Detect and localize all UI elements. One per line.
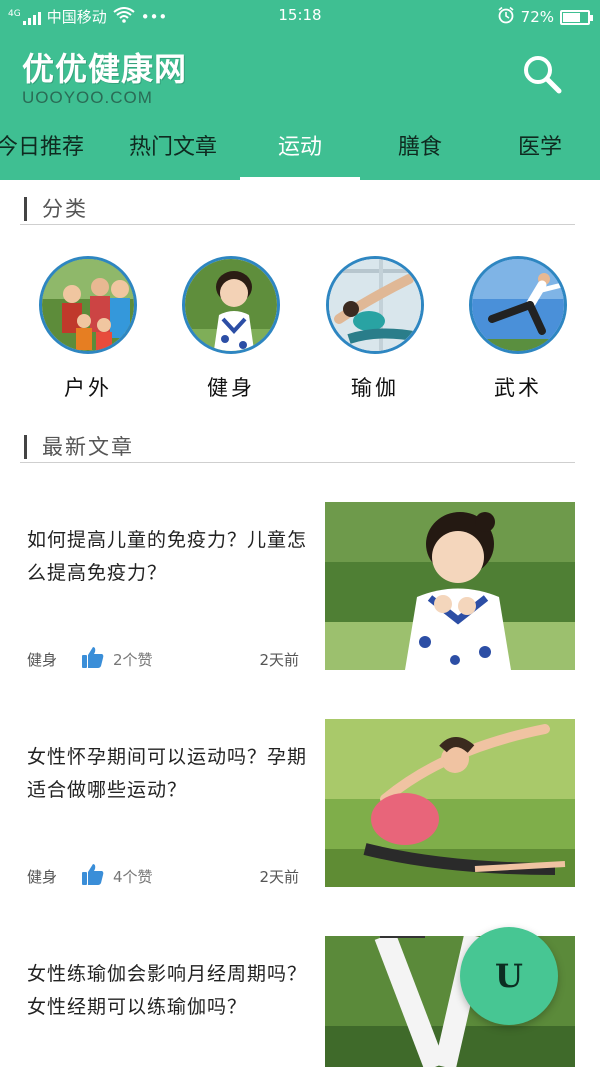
tab-diet[interactable]: 膳食 <box>360 130 480 166</box>
floating-action-button[interactable]: U <box>460 927 558 1025</box>
article-likes: 2个赞 <box>113 651 153 669</box>
battery-fill <box>563 12 581 22</box>
active-tab-indicator <box>240 177 360 181</box>
article-time: 2天前 <box>259 651 299 669</box>
tab-sports[interactable]: 运动 <box>240 130 360 166</box>
site-domain: UOOYOO.COM <box>22 88 153 107</box>
article-item[interactable]: 女性怀孕期间可以运动吗？孕期适合做哪些运动？ 健身 4个赞 2天前 <box>0 719 600 887</box>
alarm-icon <box>497 6 515 28</box>
thumbs-up-icon[interactable] <box>81 645 105 669</box>
article-title[interactable]: 如何提高儿童的免疫力？儿童怎么提高免疫力？ <box>27 524 307 590</box>
site-logo[interactable]: 优优健康网 UOOYOO.COM <box>22 44 187 108</box>
article-tag[interactable]: 健身 <box>27 649 57 670</box>
search-button[interactable] <box>520 52 564 96</box>
article-tag[interactable]: 健身 <box>27 866 57 887</box>
category-outdoor[interactable]: 户外 <box>38 256 138 402</box>
article-time: 2天前 <box>259 868 299 886</box>
site-title: 优优健康网 <box>22 50 188 88</box>
latest-articles-heading-label: 最新文章 <box>42 435 134 459</box>
category-yoga-label: 瑜伽 <box>351 376 399 400</box>
categories-heading-label: 分类 <box>42 197 88 221</box>
girl-photo[interactable] <box>325 502 575 670</box>
yoga-photo <box>326 256 424 354</box>
status-right: 72% <box>497 6 593 28</box>
tab-hot[interactable]: 热门文章 <box>113 130 233 166</box>
article-item[interactable]: 如何提高儿童的免疫力？儿童怎么提高免疫力？ 健身 2个赞 2天前 <box>0 502 600 670</box>
category-tabs: 今日推荐 热门文章 运动 膳食 医学 <box>0 130 600 180</box>
category-outdoor-label: 户外 <box>64 376 112 400</box>
girl-photo <box>182 256 280 354</box>
battery-icon <box>560 9 593 25</box>
pregnant-yoga-photo[interactable] <box>325 719 575 887</box>
category-martial-arts[interactable]: 武术 <box>468 256 568 402</box>
category-fitness-label: 健身 <box>207 376 255 400</box>
heading-bar <box>24 197 27 221</box>
category-fitness[interactable]: 健身 <box>181 256 281 402</box>
search-icon <box>524 56 562 94</box>
tab-medical[interactable]: 医学 <box>480 130 600 166</box>
category-martial-arts-label: 武术 <box>494 376 542 400</box>
latest-articles-heading: 最新文章 <box>20 433 575 463</box>
family-outdoor-photo <box>39 256 137 354</box>
article-likes: 4个赞 <box>113 868 153 886</box>
heading-bar <box>24 435 27 459</box>
article-title[interactable]: 女性怀孕期间可以运动吗？孕期适合做哪些运动？ <box>27 741 307 807</box>
category-yoga[interactable]: 瑜伽 <box>325 256 425 402</box>
thumbs-up-icon[interactable] <box>81 862 105 886</box>
status-bar: 4G 中国移动 ••• 15:18 72% <box>0 0 600 30</box>
battery-percent: 72% <box>520 8 554 26</box>
martial-arts-photo <box>469 256 567 354</box>
app-header: 优优健康网 UOOYOO.COM 今日推荐 热门文章 运动 膳食 医学 <box>0 30 600 181</box>
article-title[interactable]: 女性练瑜伽会影响月经周期吗？女性经期可以练瑜伽吗？ <box>27 958 307 1024</box>
tab-today[interactable]: 今日推荐 <box>0 130 100 166</box>
categories-heading: 分类 <box>20 195 575 225</box>
